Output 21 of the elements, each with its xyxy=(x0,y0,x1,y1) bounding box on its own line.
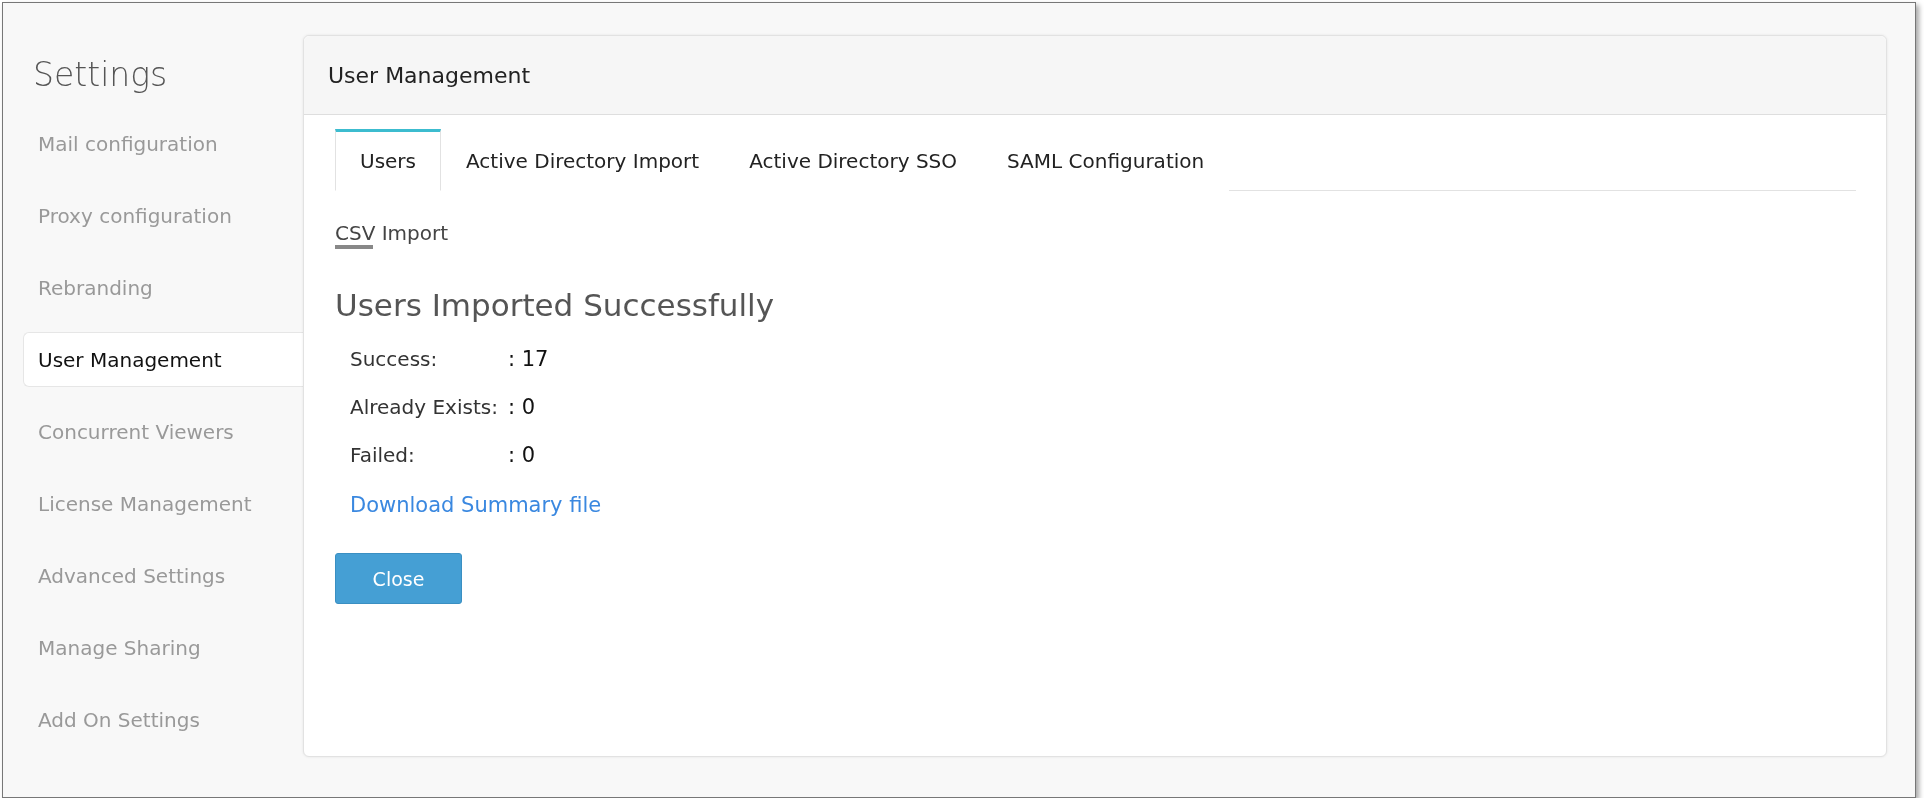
sidebar-item[interactable]: Manage Sharing xyxy=(23,620,303,676)
sidebar-item[interactable]: Concurrent Viewers xyxy=(23,404,303,460)
download-link[interactable]: Download Summary file xyxy=(350,493,602,517)
result-label: Success: xyxy=(350,347,439,371)
sidebar-item[interactable]: Rebranding xyxy=(23,260,303,316)
sidebar-item[interactable]: User Management xyxy=(23,332,303,388)
result-value: : 0 xyxy=(507,395,537,419)
close-button[interactable]: Close xyxy=(335,553,462,604)
tab[interactable]: Users xyxy=(335,129,441,191)
sidebar-item[interactable]: Add On Settings xyxy=(23,692,303,748)
result-value: : 17 xyxy=(507,347,549,371)
result-value: : 0 xyxy=(507,443,537,467)
sidebar-item[interactable]: Proxy configuration xyxy=(23,188,303,244)
result-heading: Users Imported Successfully xyxy=(335,287,775,323)
sidebar-item[interactable]: Mail configuration xyxy=(23,116,303,172)
sidebar-item[interactable]: Advanced Settings xyxy=(23,548,303,604)
sidebar-item[interactable]: License Management xyxy=(23,476,303,532)
result-label: Failed: xyxy=(350,443,416,467)
settings-title: Settings xyxy=(33,55,169,94)
result-label: Already Exists: xyxy=(350,395,498,419)
panel-header: User Management xyxy=(304,36,1886,115)
